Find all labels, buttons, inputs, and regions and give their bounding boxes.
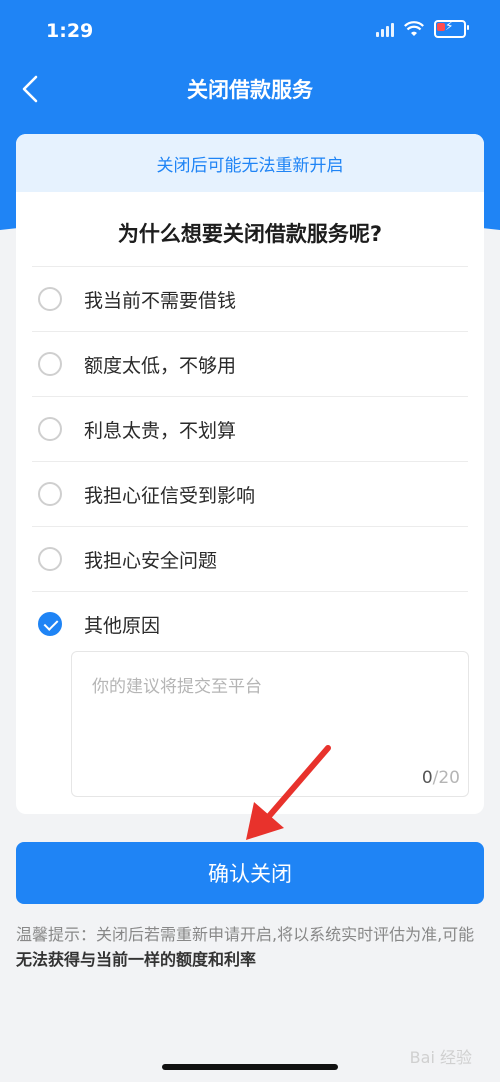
radio-checked-icon[interactable] [38,612,62,636]
status-bar: 1:29 ⚡ [0,0,500,62]
battery-icon: ⚡ [434,19,469,38]
reason-option-label: 我担心安全问题 [84,549,218,572]
warm-tip: 温馨提示：关闭后若需重新申请开启,将以系统实时评估为准,可能无法获得与当前一样的… [16,922,482,972]
reason-option-label: 我当前不需要借钱 [84,289,237,312]
reason-option-high-interest[interactable]: 利息太贵，不划算 [32,396,468,461]
feedback-placeholder: 你的建议将提交至平台 [92,677,262,697]
radio-unchecked-icon[interactable] [38,352,62,376]
radio-unchecked-icon[interactable] [38,547,62,571]
radio-unchecked-icon[interactable] [38,482,62,506]
radio-unchecked-icon[interactable] [38,287,62,311]
tip-text: 温馨提示：关闭后若需重新申请开启,将以系统实时评估为准,可能 [16,925,475,944]
warning-banner: 关闭后可能无法重新开启 [16,134,484,192]
page-title: 关闭借款服务 [187,78,313,102]
tip-emphasis: 无法获得与当前一样的额度和利率 [16,950,257,969]
close-reason-card: 关闭后可能无法重新开启 为什么想要关闭借款服务呢? 我当前不需要借钱 额度太低，… [16,134,484,814]
counter-max: /20 [432,768,460,788]
radio-unchecked-icon[interactable] [38,417,62,441]
home-indicator [162,1064,338,1070]
reason-option-label: 利息太贵，不划算 [84,419,237,442]
reason-option-security[interactable]: 我担心安全问题 [32,526,468,591]
wifi-icon [404,21,424,36]
reason-option-label: 额度太低，不够用 [84,354,237,377]
confirm-close-button[interactable]: 确认关闭 [16,842,484,904]
watermark: Bai 经验 [409,1048,472,1067]
counter-current: 0 [421,768,433,788]
status-time: 1:29 [46,20,94,42]
status-icons: ⚡ [376,19,469,38]
reason-option-credit-concern[interactable]: 我担心征信受到影响 [32,461,468,526]
nav-bar: 关闭借款服务 [0,62,500,116]
annotation-arrow-icon [246,745,331,840]
reason-option-no-need[interactable]: 我当前不需要借钱 [32,266,468,331]
reason-option-label: 我担心征信受到影响 [84,484,256,507]
reason-option-other[interactable]: 其他原因 [32,591,468,656]
question-title: 为什么想要关闭借款服务呢? [117,222,383,246]
reason-option-label: 其他原因 [84,614,161,637]
reason-option-low-limit[interactable]: 额度太低，不够用 [32,331,468,396]
signal-icon [376,21,394,37]
character-counter: 0/20 [422,768,460,788]
